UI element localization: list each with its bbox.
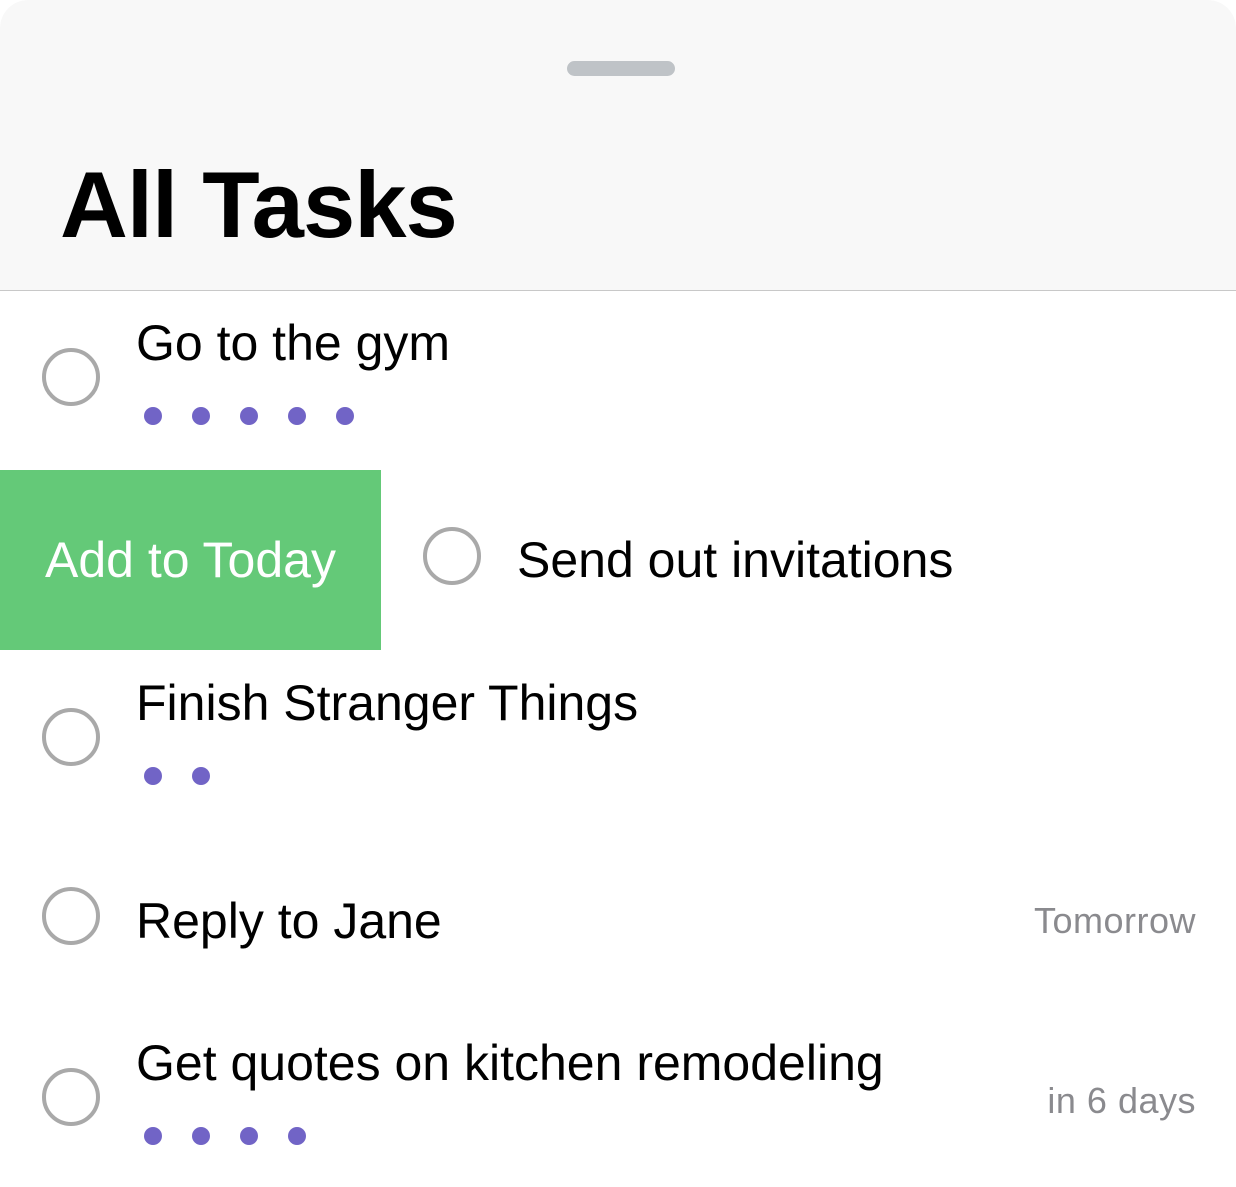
task-row[interactable]: Finish Stranger Things — [0, 650, 1236, 830]
task-row[interactable]: Get quotes on kitchen remodeling in 6 da… — [0, 1010, 1236, 1187]
complete-checkbox[interactable] — [42, 887, 100, 945]
due-date-label: Tomorrow — [1033, 900, 1196, 941]
priority-dot — [144, 767, 162, 785]
task-sheet: All Tasks Go to the gym Add to Today Sen… — [0, 0, 1236, 1187]
sheet-header: All Tasks — [0, 0, 1236, 291]
priority-dot — [192, 767, 210, 785]
task-title: Reply to Jane — [136, 893, 442, 949]
task-title: Finish Stranger Things — [136, 675, 639, 731]
complete-checkbox[interactable] — [42, 708, 100, 766]
priority-dots — [144, 767, 240, 785]
task-title: Get quotes on kitchen remodeling — [136, 1035, 884, 1091]
priority-dots — [144, 1127, 336, 1145]
sheet-grabber-handle[interactable] — [567, 61, 675, 76]
task-title: Go to the gym — [136, 315, 451, 371]
complete-checkbox[interactable] — [42, 1068, 100, 1126]
priority-dot — [144, 407, 162, 425]
task-row[interactable]: Reply to Jane Tomorrow — [0, 830, 1236, 1010]
complete-checkbox[interactable] — [423, 527, 481, 585]
task-title: Send out invitations — [517, 532, 954, 588]
page-title: All Tasks — [60, 152, 458, 257]
priority-dot — [288, 1127, 306, 1145]
due-date-label: in 6 days — [1047, 1080, 1196, 1121]
priority-dot — [192, 1127, 210, 1145]
complete-checkbox[interactable] — [42, 348, 100, 406]
priority-dot — [240, 1127, 258, 1145]
priority-dot — [240, 407, 258, 425]
task-row[interactable]: Go to the gym — [0, 291, 1236, 470]
priority-dot — [144, 1127, 162, 1145]
priority-dot — [192, 407, 210, 425]
task-row-swiped[interactable]: Send out invitations — [0, 470, 1236, 650]
priority-dots — [144, 407, 384, 425]
priority-dot — [336, 407, 354, 425]
priority-dot — [288, 407, 306, 425]
